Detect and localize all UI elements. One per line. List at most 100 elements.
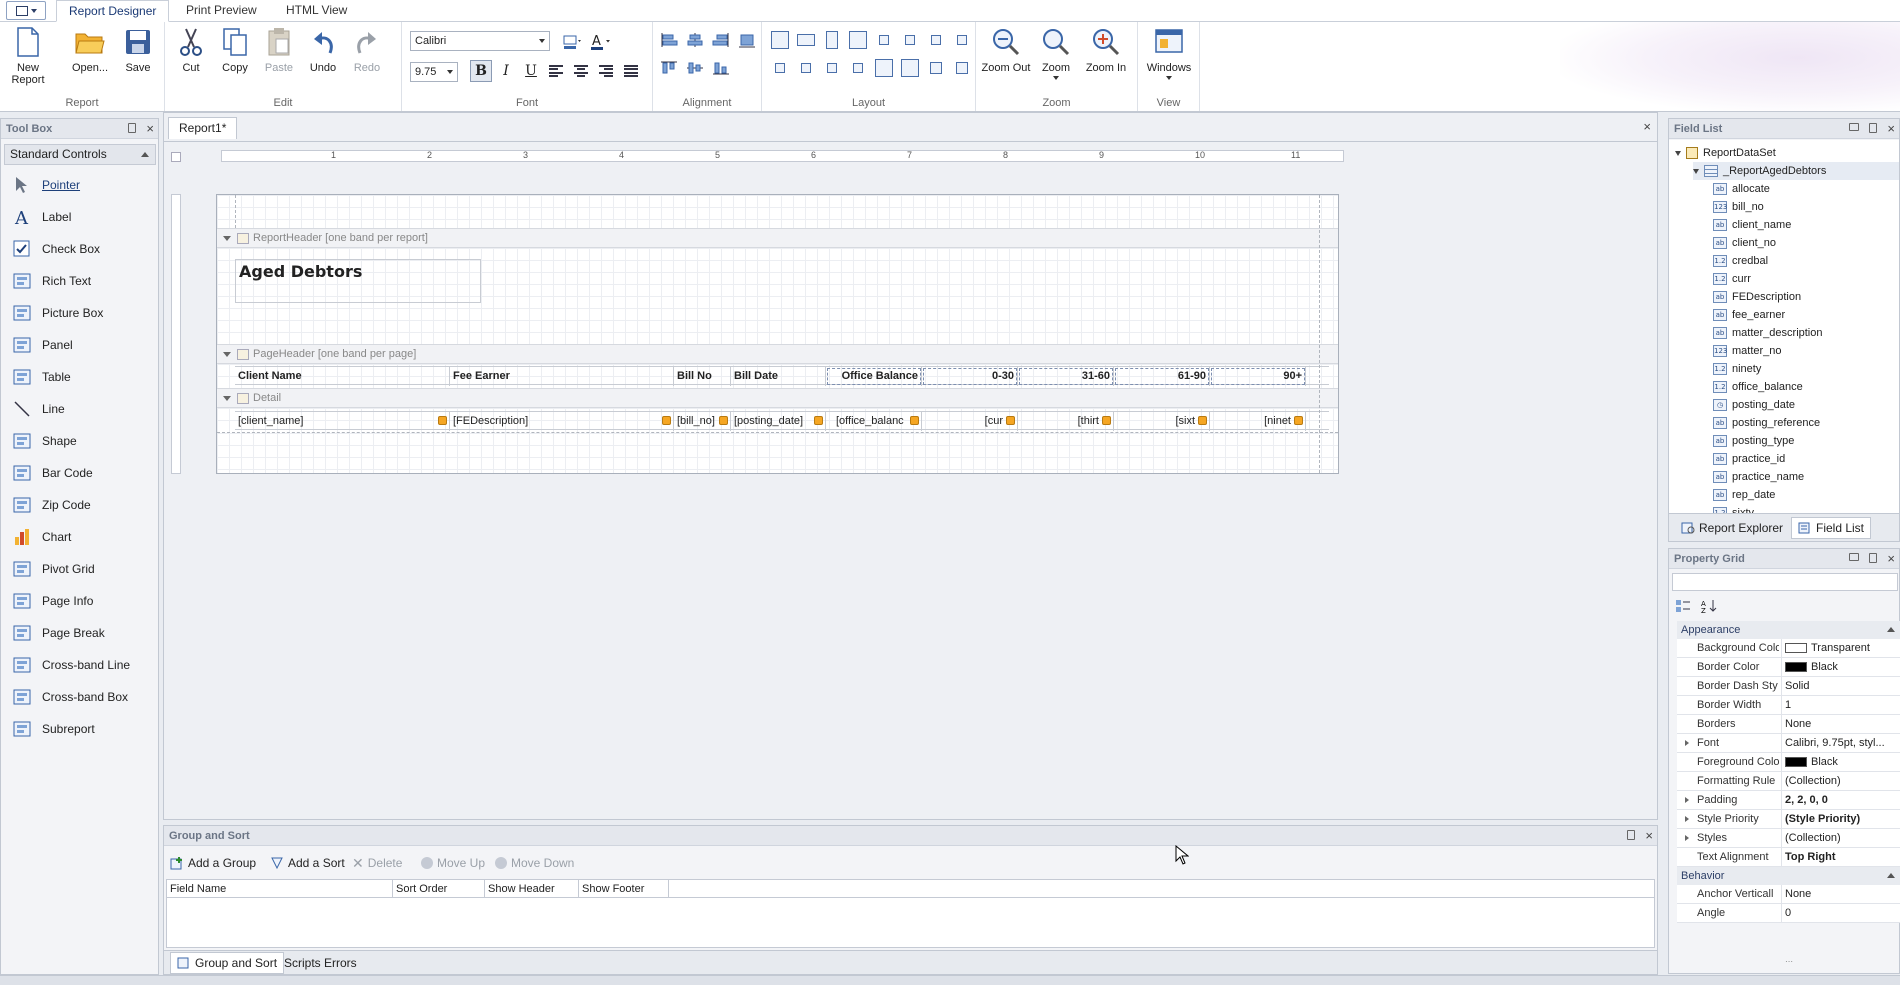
detail-cell[interactable]: [client_name] [235,412,450,431]
field-item[interactable]: ab client_no [1713,234,1776,252]
redo-button[interactable]: Redo [341,26,393,84]
toolbox-item-line[interactable]: Line [11,396,156,422]
smart-tag-icon[interactable] [719,416,728,425]
float-icon[interactable] [1849,123,1860,131]
toolbox-item-zip-code[interactable]: Zip Code [11,492,156,518]
detail-cell[interactable]: [office_balanc [826,412,922,431]
toolbox-item-shape[interactable]: Shape [11,428,156,454]
pin-icon[interactable] [1869,553,1878,563]
property-row[interactable]: Font Calibri, 9.75pt, styl... [1677,734,1900,753]
report-header-band-caption[interactable]: ReportHeader [one band per report] [217,228,1338,248]
vertical-spacing-equal-icon[interactable] [770,58,790,78]
align-middles-icon[interactable] [685,58,705,78]
font-size-select[interactable]: 9.75 [410,62,458,82]
page-header-band[interactable]: Client Name Fee Earner Bill No Bill Date Off… [217,364,1338,388]
property-row[interactable]: Formatting Rule (Collection) [1677,772,1900,791]
toolbox-item-rich-text[interactable]: Rich Text [11,268,156,294]
document-tab-report1[interactable]: Report1* [168,117,238,139]
align-left-icon[interactable] [545,60,567,82]
column-header-field-name[interactable]: Field Name [167,880,393,898]
property-row[interactable]: Border Dash Sty Solid [1677,677,1900,696]
align-tops-icon[interactable] [659,58,679,78]
windows-button[interactable]: Windows [1143,26,1195,84]
tab-group-and-sort[interactable]: Group and Sort [170,952,285,974]
field-item[interactable]: 123 bill_no [1713,198,1764,216]
property-row[interactable]: Style Priority (Style Priority) [1677,810,1900,829]
smart-tag-icon[interactable] [438,416,447,425]
align-bottoms-icon[interactable] [711,58,731,78]
make-same-height-icon[interactable] [822,30,842,50]
horizontal-spacing-decrease-icon[interactable] [926,30,946,50]
header-cell[interactable]: Fee Earner [450,367,674,386]
group-sort-grid-body[interactable] [166,898,1655,948]
make-same-size-icon[interactable] [848,30,868,50]
top-margin-band[interactable] [217,195,1338,228]
field-item[interactable]: ab rep_date [1713,486,1775,504]
justify-icon[interactable] [620,60,642,82]
pin-icon[interactable] [1627,830,1636,840]
detail-cell[interactable]: [posting_date] [731,412,826,431]
smart-tag-icon[interactable] [910,416,919,425]
report-header-band[interactable]: Aged Debtors [217,248,1338,344]
field-item[interactable]: ab practice_name [1713,468,1804,486]
zoom-in-button[interactable]: Zoom In [1080,26,1132,84]
field-item[interactable]: ab posting_reference [1713,414,1820,432]
expand-icon[interactable] [1685,797,1689,803]
send-to-back-icon[interactable] [952,58,972,78]
smart-tag-icon[interactable] [814,416,823,425]
move-down-button[interactable]: Move Down [495,853,574,873]
bring-to-front-icon[interactable] [926,58,946,78]
resize-grip-icon[interactable]: ⋯ [1677,957,1900,966]
report-page[interactable]: ReportHeader [one band per report] Aged … [216,194,1339,474]
bold-button[interactable]: B [470,60,492,82]
detail-cell[interactable]: [thirt [1018,412,1114,431]
header-cell[interactable]: Client Name [235,367,450,386]
toolbox-item-cross-band-line[interactable]: Cross-band Line [11,652,156,678]
field-item[interactable]: ab allocate [1713,180,1770,198]
horizontal-spacing-increase-icon[interactable] [900,30,920,50]
background-color-icon[interactable] [562,31,584,53]
detail-band-caption[interactable]: Detail [217,388,1338,408]
pin-icon[interactable] [1869,123,1878,133]
column-header-show-footer[interactable]: Show Footer [579,880,669,898]
detail-cell[interactable]: [sixt [1114,412,1210,431]
save-button[interactable]: Save [112,26,164,84]
toolbox-item-subreport[interactable]: Subreport [11,716,156,742]
underline-button[interactable]: U [520,60,542,82]
expand-icon[interactable] [1685,835,1689,841]
detail-cell[interactable]: [FEDescription] [450,412,674,431]
toolbox-item-bar-code[interactable]: Bar Code [11,460,156,486]
detail-cell[interactable]: [bill_no] [674,412,731,431]
smart-tag-icon[interactable] [662,416,671,425]
header-cell[interactable]: 0-30 [922,367,1018,386]
field-item[interactable]: 1.2 credbal [1713,252,1768,270]
toolbox-item-page-break[interactable]: Page Break [11,620,156,646]
toolbox-item-check-box[interactable]: Check Box [11,236,156,262]
toolbox-item-chart[interactable]: Chart [11,524,156,550]
delete-button[interactable]: ✕ Delete [352,853,402,873]
property-row[interactable]: Background Colo Transparent [1677,639,1900,658]
field-tree[interactable]: ReportDataSet _ReportAgedDebtors ab alloc… [1669,140,1899,514]
selected-object-combo[interactable] [1672,573,1898,591]
close-icon[interactable]: × [1643,120,1651,133]
property-row[interactable]: Padding 2, 2, 0, 0 [1677,791,1900,810]
expand-icon[interactable] [1685,816,1689,822]
close-icon[interactable]: × [1887,552,1895,565]
header-cell[interactable]: 31-60 [1018,367,1114,386]
open-button[interactable]: Open... [64,26,116,84]
new-report-button[interactable]: New Report [2,26,54,86]
add-group-button[interactable]: Add a Group [170,853,256,873]
property-row[interactable]: Anchor Verticall None [1677,885,1900,904]
detail-cell[interactable]: [ninet [1210,412,1306,431]
report-title-label[interactable]: Aged Debtors [235,259,481,303]
vertical-spacing-remove-icon[interactable] [848,58,868,78]
float-icon[interactable] [1849,553,1860,561]
property-row[interactable]: Angle 0 [1677,904,1900,923]
zoom-out-button[interactable]: Zoom Out [980,26,1032,84]
header-cell[interactable]: 61-90 [1114,367,1210,386]
field-item[interactable]: ab posting_type [1713,432,1794,450]
property-row[interactable]: Text Alignment Top Right [1677,848,1900,867]
font-color-icon[interactable]: A [590,31,612,53]
align-centers-icon[interactable] [685,30,705,50]
header-table-row[interactable]: Client Name Fee Earner Bill No Bill Date Off… [235,366,1329,386]
